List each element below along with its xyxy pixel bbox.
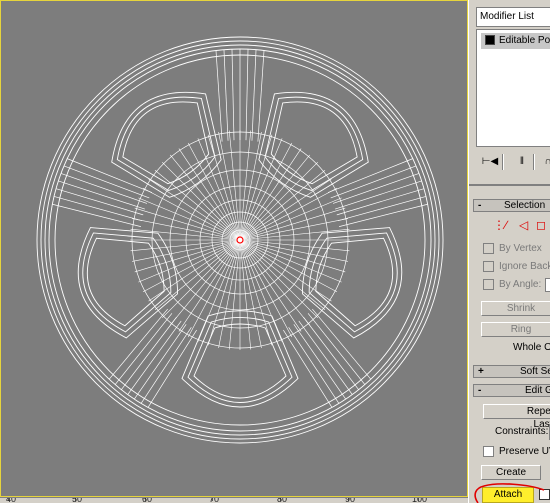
by-angle-checkbox[interactable]: By Angle: [483, 279, 541, 290]
attach-settings-icon[interactable] [539, 489, 550, 500]
edit-geometry-rollout-header[interactable]: - Edit Geometry [473, 384, 550, 397]
expand-toggle: + [478, 366, 484, 377]
wheel-wireframe [36, 36, 444, 444]
constraints-label: Constraints: [495, 426, 549, 437]
ignore-backfacing-checkbox[interactable]: Ignore Backfacing [483, 261, 550, 272]
create-button[interactable]: Create [481, 465, 541, 480]
by-angle-value-field[interactable] [545, 278, 550, 292]
checkbox-label: By Angle: [499, 279, 542, 291]
preserve-uvs-checkbox[interactable]: Preserve UVs [483, 446, 550, 457]
by-vertex-checkbox[interactable]: By Vertex [483, 243, 542, 254]
soft-selection-rollout-header[interactable]: + Soft Selection [473, 365, 550, 378]
checkbox-box [483, 261, 494, 272]
shrink-button[interactable]: Shrink [481, 301, 550, 316]
panel-divider [469, 184, 550, 186]
rollout-title: Edit Geometry [525, 385, 550, 396]
ruler-label: 50 [72, 497, 83, 503]
checkbox-box [483, 243, 494, 254]
selection-info: Whole Object Selected [513, 342, 550, 353]
ruler-label: 90 [345, 497, 356, 503]
rollout-title: Selection [504, 200, 546, 211]
ruler-label: 60 [142, 497, 153, 503]
show-end-result-icon[interactable]: ‖ [513, 153, 531, 171]
modifier-list-label: Modifier List [480, 11, 534, 22]
command-panel: Modifier List Editable Poly ⊢◀ ‖ ∩ - Sel… [468, 0, 550, 503]
checkbox-label: Preserve UVs [499, 446, 550, 458]
modifier-stack[interactable]: Editable Poly [476, 29, 550, 147]
ruler-label: 100 [412, 497, 428, 503]
checkbox-label: By Vertex [499, 243, 542, 255]
collapse-toggle: - [478, 200, 482, 211]
repeat-last-button[interactable]: Repeat Last [483, 404, 550, 430]
edge-mode-icon[interactable]: ∕ [505, 218, 507, 232]
collapse-toggle: - [478, 385, 482, 396]
checkbox-box [483, 279, 494, 290]
polygon-mode-icon[interactable]: ◻ [536, 218, 546, 232]
selection-rollout-header[interactable]: - Selection [473, 199, 550, 212]
time-ruler[interactable]: 40 50 60 70 80 90 100 [0, 497, 468, 503]
expand-box-icon[interactable] [485, 35, 495, 46]
checkbox-label: Ignore Backfacing [499, 261, 550, 273]
toolbar-separator [502, 154, 504, 170]
pin-stack-icon[interactable]: ⊢◀ [481, 153, 499, 171]
toolbar-separator [533, 154, 535, 170]
checkbox-box [483, 446, 494, 457]
attach-button[interactable]: Attach [482, 487, 534, 503]
ruler-label: 40 [6, 497, 17, 503]
make-unique-icon[interactable]: ∩ [539, 153, 550, 171]
stack-item-label: Editable Poly [499, 35, 550, 46]
ruler-label: 70 [209, 497, 220, 503]
perspective-viewport[interactable] [0, 0, 468, 497]
ruler-label: 80 [277, 497, 288, 503]
rollout-title: Soft Selection [520, 366, 550, 377]
stack-item-editable-poly[interactable]: Editable Poly [481, 33, 550, 49]
modifier-list-dropdown[interactable]: Modifier List [476, 7, 550, 27]
border-mode-icon[interactable]: ◁ [519, 218, 528, 232]
vertex-mode-icon[interactable]: ⋮ [493, 218, 505, 232]
ring-button[interactable]: Ring [481, 322, 550, 337]
